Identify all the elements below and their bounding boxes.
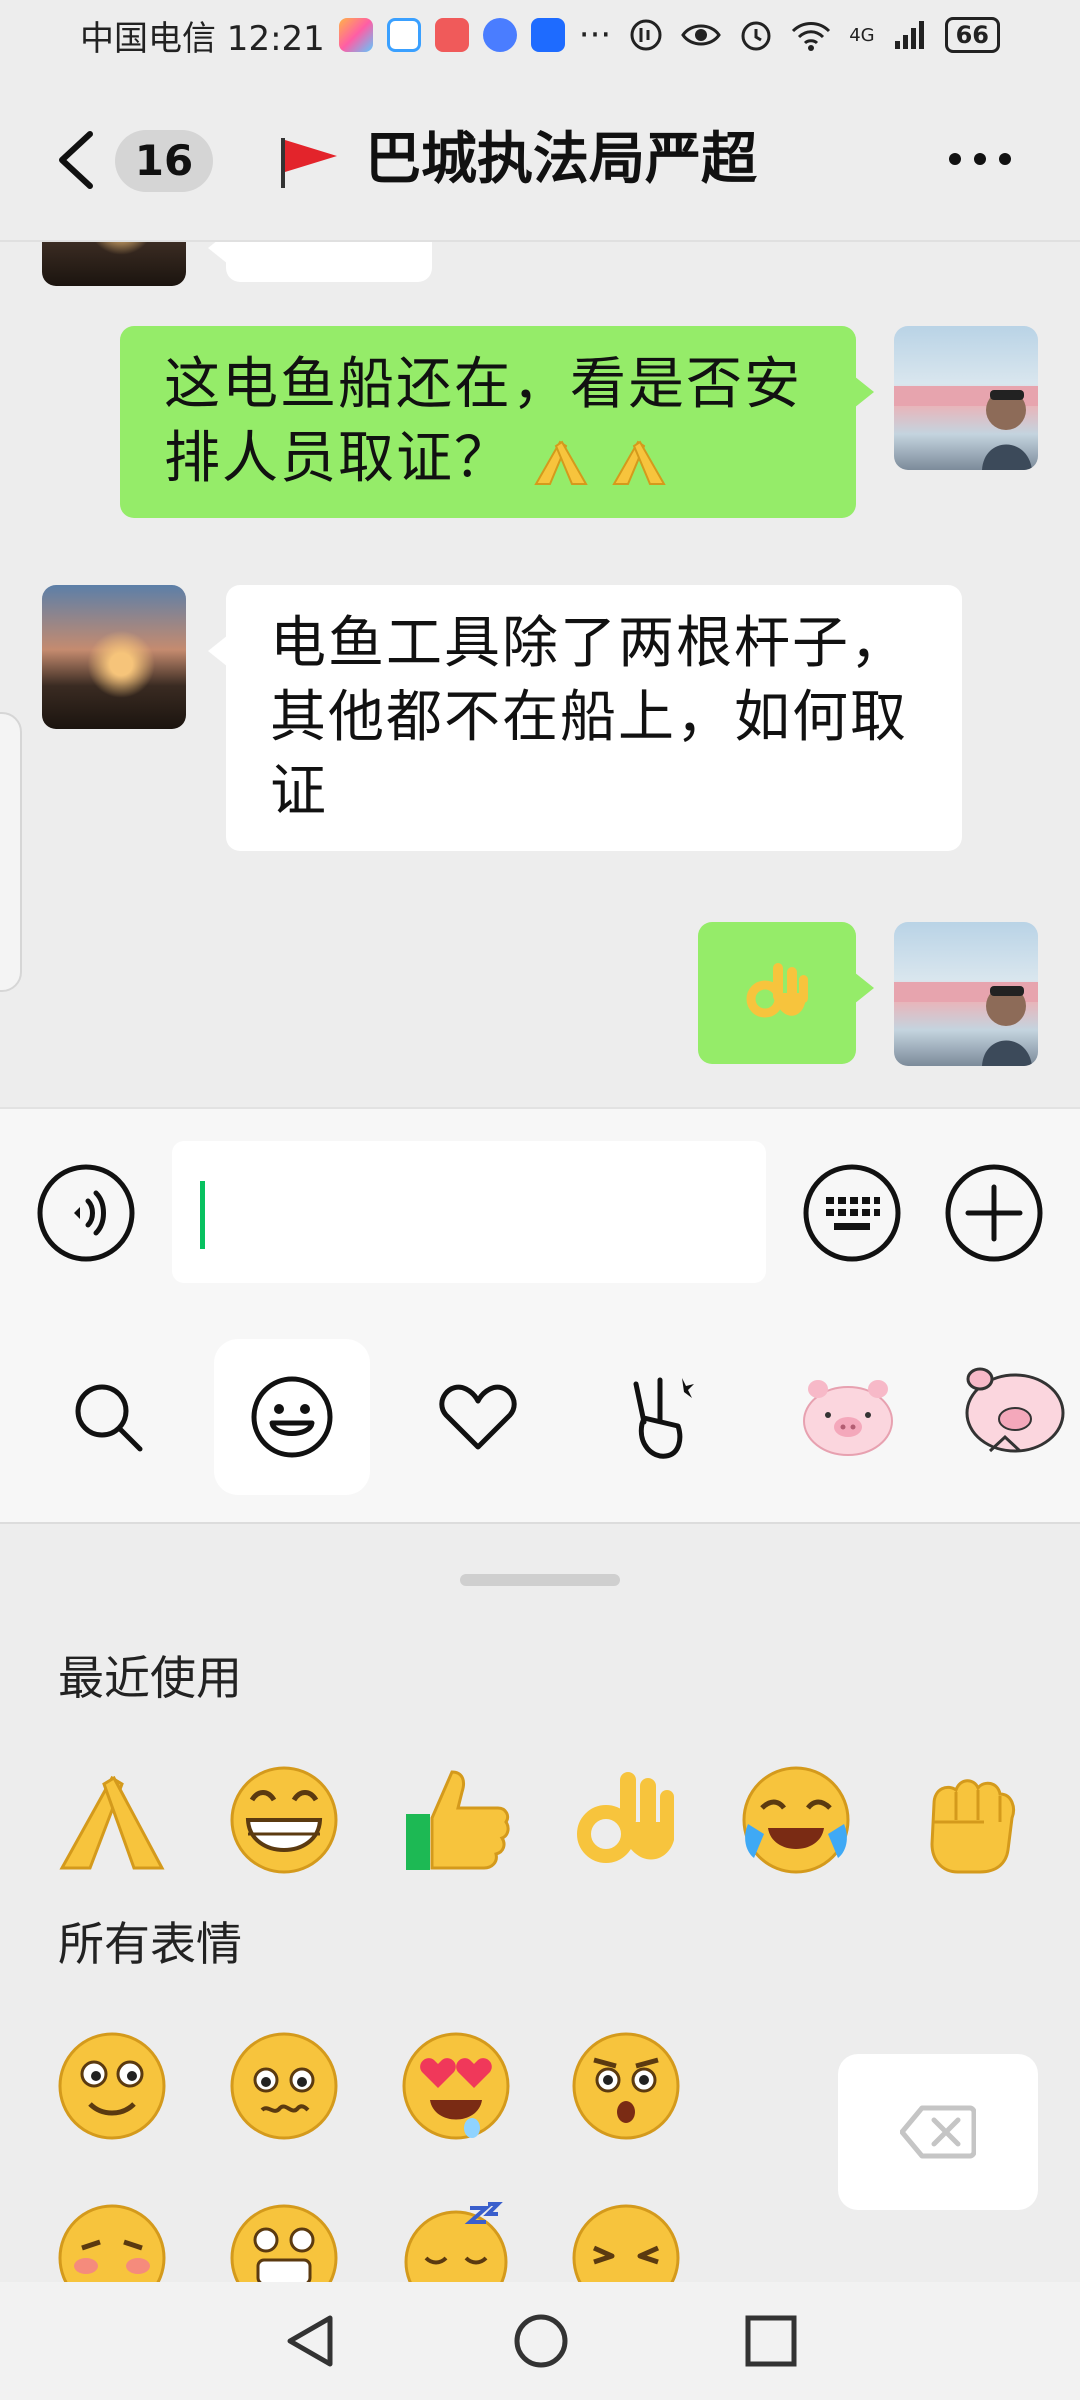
unread-count-badge[interactable]: 16 xyxy=(115,130,213,192)
contact-avatar[interactable] xyxy=(42,585,186,729)
status-bar: 中国电信 12:21 ··· 4G 66 xyxy=(0,0,1080,70)
more-notifications: ··· xyxy=(578,15,612,55)
status-right: 4G 66 xyxy=(629,17,1000,53)
chat-title[interactable]: 巴城执法局严超 xyxy=(365,122,757,198)
shocked-emoji-icon[interactable] xyxy=(570,2030,682,2142)
avatar-photo-icon xyxy=(894,386,1038,470)
network-type: 4G xyxy=(849,24,875,46)
more-functions-button[interactable] xyxy=(944,1163,1044,1263)
ok-hand-emoji-icon[interactable] xyxy=(570,1764,682,1876)
nav-home-icon[interactable] xyxy=(510,2310,572,2372)
my-avatar[interactable] xyxy=(894,922,1038,1066)
heart-icon xyxy=(439,1384,517,1450)
emoji-favorites-tab[interactable] xyxy=(400,1339,556,1495)
wifi-icon xyxy=(792,22,831,51)
nav-back-icon[interactable] xyxy=(280,2310,342,2372)
search-icon xyxy=(75,1384,143,1452)
grimace-emoji-icon[interactable] xyxy=(228,2202,340,2282)
awkward-emoji-icon[interactable] xyxy=(228,2030,340,2142)
nav-recents-icon[interactable] xyxy=(740,2310,802,2372)
palms-together-emoji-icon xyxy=(532,426,668,491)
alarm-icon xyxy=(741,21,771,51)
status-left: 中国电信 12:21 ··· xyxy=(80,11,611,60)
smile-emoji-icon[interactable] xyxy=(56,2030,168,2142)
chat-header: 16 巴城执法局严超 xyxy=(0,100,1080,220)
grin-emoji-icon[interactable] xyxy=(228,1764,340,1876)
recent-section-title: 最近使用 xyxy=(58,1651,242,1705)
store-notification-icon xyxy=(434,18,469,52)
sticker-pig-tab[interactable] xyxy=(770,1339,926,1495)
carrier-time: 中国电信 12:21 xyxy=(80,18,325,59)
contact-avatar[interactable] xyxy=(42,242,186,286)
emoji-panel[interactable]: 最近使用 所有表情 xyxy=(0,1524,1080,2282)
back-arrow-icon[interactable] xyxy=(52,128,102,192)
message-bubble-sent[interactable] xyxy=(698,922,874,1064)
keyboard-toggle-button[interactable] xyxy=(802,1163,902,1263)
floating-side-handle[interactable] xyxy=(0,712,22,992)
emoji-search-tab[interactable] xyxy=(30,1339,186,1495)
eye-icon xyxy=(681,24,721,46)
message-input[interactable] xyxy=(172,1141,766,1283)
data-saver-icon xyxy=(630,19,662,51)
message-text: 这电鱼船还在，看是否安排人员取证？ xyxy=(164,352,802,491)
heart-eyes-emoji-icon[interactable] xyxy=(400,2030,512,2142)
victory-hand-icon xyxy=(633,1377,694,1459)
rolling-laugh-emoji-icon[interactable] xyxy=(740,1764,852,1876)
message-text: 电鱼工具除了两根杆子，其他都不在船上，如何取证 xyxy=(270,611,908,824)
pig-sticker-icon xyxy=(803,1380,893,1456)
my-avatar[interactable] xyxy=(894,326,1038,470)
all-emoji-section-title: 所有表情 xyxy=(58,1917,242,1971)
message-bubble-received[interactable]: 电鱼工具除了两根杆子，其他都不在船上，如何取证 xyxy=(208,585,962,851)
smiley-icon xyxy=(251,1376,333,1458)
palms-together-emoji-icon[interactable] xyxy=(56,1764,168,1876)
music-notification-icon xyxy=(482,18,517,52)
partial-message-bubble[interactable] xyxy=(208,242,432,282)
backspace-icon xyxy=(900,2105,976,2159)
shy-emoji-icon[interactable] xyxy=(56,2202,168,2282)
crying-emoji-icon[interactable] xyxy=(570,2202,682,2282)
ok-hand-emoji-icon xyxy=(746,963,808,1018)
emoji-smiley-tab[interactable] xyxy=(214,1339,370,1495)
pig-wave-sticker-icon xyxy=(965,1367,1065,1453)
sleepy-emoji-icon[interactable] xyxy=(400,2202,512,2282)
chat-notification-icon xyxy=(386,18,421,52)
emoji-gesture-tab[interactable] xyxy=(584,1339,740,1495)
panel-drag-handle[interactable] xyxy=(460,1574,620,1586)
emoji-delete-button[interactable] xyxy=(838,2054,1038,2210)
message-bubble-sent[interactable]: 这电鱼船还在，看是否安排人员取证？ xyxy=(120,326,874,518)
voice-input-button[interactable] xyxy=(36,1163,136,1263)
signal-icon xyxy=(894,21,924,49)
thumbs-up-emoji-icon[interactable] xyxy=(400,1764,512,1876)
sticker-pig-wave-tab[interactable] xyxy=(960,1339,1080,1495)
bulb-notification-icon xyxy=(530,18,565,52)
system-nav-bar xyxy=(0,2282,1080,2400)
red-flag-icon xyxy=(281,138,337,188)
message-list[interactable]: 这电鱼船还在，看是否安排人员取证？ 电鱼工具除了两根杆子，其他都不在船上，如何取… xyxy=(0,242,1080,1107)
more-options-icon[interactable] xyxy=(948,152,1012,166)
text-caret xyxy=(200,1181,205,1249)
battery-level: 66 xyxy=(944,17,1000,53)
app-notification-icon xyxy=(338,18,373,52)
fist-emoji-icon[interactable] xyxy=(912,1764,1024,1876)
composer-panel xyxy=(0,1107,1080,1522)
avatar-photo-icon xyxy=(894,982,1038,1066)
